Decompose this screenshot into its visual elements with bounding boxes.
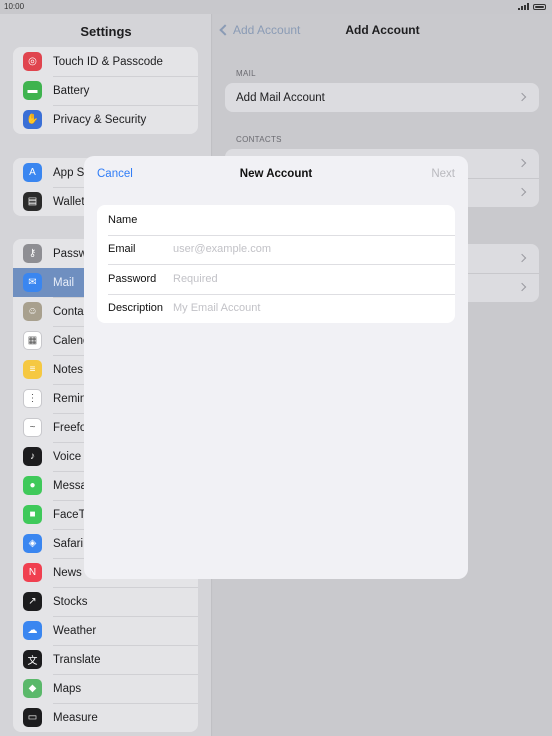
sidebar-item-label: Passw — [53, 247, 87, 260]
new-account-sheet: Cancel New Account Next Name Email Passw… — [84, 156, 468, 579]
signal-icon — [518, 3, 529, 10]
sidebar-item-label: Messa — [53, 479, 87, 492]
sidebar-item-label: Translate — [53, 653, 101, 666]
sidebar-item-weather[interactable]: ☁ Weather — [13, 616, 198, 645]
back-button-label: Add Account — [233, 23, 301, 37]
sidebar-item-hand[interactable]: ✋ Privacy & Security — [13, 105, 198, 134]
next-button[interactable]: Next — [431, 168, 455, 180]
status-bar: 10:00 — [0, 0, 552, 14]
sidebar-item-label: Measure — [53, 711, 98, 724]
messages-icon: ● — [23, 476, 42, 495]
description-field[interactable] — [173, 293, 455, 323]
sidebar-item-label: Touch ID & Passcode — [53, 55, 163, 68]
sidebar-item-battery[interactable]: ▬ Battery — [13, 76, 198, 105]
sidebar-item-label: Battery — [53, 84, 90, 97]
battery-icon: ▬ — [23, 81, 42, 100]
password-field[interactable] — [173, 264, 455, 294]
sidebar-item-label: Privacy & Security — [53, 113, 147, 126]
news-icon: N — [23, 563, 42, 582]
calendar-icon: ▦ — [23, 331, 42, 350]
sidebar-item-measure[interactable]: ▭ Measure — [13, 703, 198, 732]
contacts-icon: ☺ — [23, 302, 42, 321]
chevron-right-icon — [517, 282, 527, 292]
sidebar-item-label: Maps — [53, 682, 82, 695]
sheet-title: New Account — [239, 168, 313, 180]
facetime-icon: ■ — [23, 505, 42, 524]
battery-status-icon — [533, 3, 546, 10]
freeform-icon: ~ — [23, 418, 42, 437]
hand-icon: ✋ — [23, 110, 42, 129]
status-icons — [518, 3, 546, 10]
email-field[interactable] — [173, 234, 455, 264]
translate-icon: 文 — [23, 650, 42, 669]
sidebar-item-label: Freefo — [53, 421, 87, 434]
sidebar-item-maps[interactable]: ◆ Maps — [13, 674, 198, 703]
voice-memos-icon: ♪ — [23, 447, 42, 466]
sidebar-item-label: Mail — [53, 276, 75, 289]
reminders-icon: ⋮ — [23, 389, 42, 408]
sidebar-item-label: Safari — [53, 537, 84, 550]
measure-icon: ▭ — [23, 708, 42, 727]
weather-icon: ☁ — [23, 621, 42, 640]
add-mail-account-row[interactable]: Add Mail Account — [225, 83, 539, 112]
add-mail-account-label: Add Mail Account — [236, 91, 325, 104]
sidebar-item-label: Notes — [53, 363, 84, 376]
sidebar-item-fingerprint[interactable]: ◎ Touch ID & Passcode — [13, 47, 198, 76]
sidebar-title: Settings — [80, 24, 132, 39]
sidebar-item-label: Wallet — [53, 195, 85, 208]
email-label: Email — [108, 243, 136, 256]
name-label: Name — [108, 213, 138, 226]
sidebar-item-label: App S — [53, 166, 85, 179]
name-row: Name — [97, 205, 455, 235]
back-button[interactable]: Add Account — [219, 23, 301, 37]
sidebar-item-label: Voice — [53, 450, 82, 463]
notes-icon: ≡ — [23, 360, 42, 379]
sidebar-item-label: Conta — [53, 305, 84, 318]
app-store-icon: A — [23, 163, 42, 182]
password-row: Password — [97, 264, 455, 294]
wallet-icon: ▤ — [23, 192, 42, 211]
description-label: Description — [108, 302, 164, 315]
status-time: 10:00 — [4, 2, 25, 11]
name-field[interactable] — [173, 205, 455, 235]
account-form: Name Email Password Description — [97, 205, 455, 323]
key-icon: ⚷ — [23, 244, 42, 263]
mail-icon: ✉ — [23, 273, 42, 292]
sidebar-item-label: Remin — [53, 392, 87, 405]
mail-group: Add Mail Account — [225, 83, 539, 112]
stocks-icon: ↗ — [23, 592, 42, 611]
description-row: Description — [97, 293, 455, 323]
section-label-contacts: CONTACTS — [236, 135, 282, 144]
sidebar-item-label: Weather — [53, 624, 97, 637]
fingerprint-icon: ◎ — [23, 52, 42, 71]
safari-icon: ◈ — [23, 534, 42, 553]
chevron-left-icon — [219, 24, 231, 36]
sidebar-item-label: Stocks — [53, 595, 88, 608]
sidebar-item-stocks[interactable]: ↗ Stocks — [13, 587, 198, 616]
sidebar-item-translate[interactable]: 文 Translate — [13, 645, 198, 674]
chevron-right-icon — [517, 253, 527, 263]
chevron-right-icon — [517, 187, 527, 197]
chevron-right-icon — [517, 158, 527, 168]
section-label-mail: MAIL — [236, 69, 256, 78]
sidebar-group-security: ◎ Touch ID & Passcode ▬ Battery ✋ Privacy & S… — [13, 47, 198, 134]
password-label: Password — [108, 272, 157, 285]
maps-icon: ◆ — [23, 679, 42, 698]
sidebar-item-label: News — [53, 566, 82, 579]
chevron-right-icon — [517, 92, 527, 102]
sidebar-item-label: FaceTi — [53, 508, 88, 521]
email-row: Email — [97, 234, 455, 264]
